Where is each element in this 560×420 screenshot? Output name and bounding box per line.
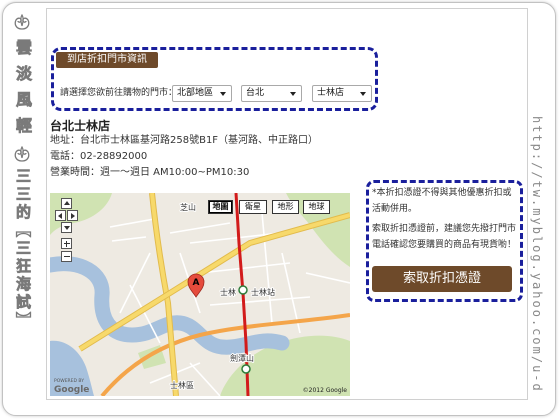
store-select-prompt: 請選擇您欲前往購物的門市：: [60, 88, 178, 98]
map-type-terrain-button[interactable]: 地形: [272, 200, 299, 214]
map-label-shilin-station: 士林站: [251, 287, 275, 297]
coupon-advice: 索取折扣憑證前，建議您先撥打門市電話確認您要購買的商品有現貨喲！: [372, 224, 517, 250]
request-coupon-button[interactable]: 索取折扣憑證: [372, 266, 512, 292]
map-label-shilin: 士林: [220, 287, 236, 297]
zoom-in-icon[interactable]: [61, 238, 72, 249]
store-name: 台北士林店: [50, 119, 111, 133]
mrt-station-icon: [241, 364, 251, 374]
ornament-swirl-icon: [13, 13, 31, 30]
zoom-out-icon[interactable]: [61, 251, 72, 262]
map-type-satellite-button[interactable]: 衛星: [239, 200, 267, 214]
coupon-note: *本折扣憑證不得與其他優惠折扣或活動併用。: [372, 188, 512, 214]
dropdown-arrow-icon: [290, 92, 296, 96]
swirl-center: [20, 13, 24, 27]
arrow-up-glyph: [63, 201, 70, 205]
store-select[interactable]: 士林店: [312, 85, 372, 102]
map-label-zhishan: 芝山: [180, 202, 196, 212]
coupon-box: *本折扣憑證不得與其他優惠折扣或活動併用。 索取折扣憑證前，建議您先撥打門市電話…: [366, 180, 523, 302]
swirl-center: [20, 145, 24, 159]
arrow-down-glyph: [63, 226, 70, 230]
store-selector-box: 到店折扣門市資訊 請選擇您欲前往購物的門市： 北部地區 台北 士林店: [51, 47, 378, 111]
dropdown-arrow-icon: [220, 92, 226, 96]
pan-right-icon[interactable]: [67, 210, 78, 221]
map-type-map-button[interactable]: 地圖: [208, 200, 233, 214]
map-canvas: 芝山 士林 士林站 劍潭山 士林區 POWERED BY Google ©201…: [50, 193, 350, 396]
map-marker-label: A: [193, 278, 200, 288]
city-select-value: 台北: [246, 88, 265, 98]
minus-bar: [63, 256, 70, 257]
ornament-swirl-icon: [13, 145, 31, 162]
store-phone: 電話：02-28892000: [50, 151, 148, 162]
blog-title: 雲淡風輕: [13, 39, 33, 144]
plus-bar: [66, 240, 67, 247]
ornament-swirl-graphic: [14, 145, 30, 162]
section-label: 到店折扣門市資訊: [56, 52, 158, 68]
city-select[interactable]: 台北: [241, 85, 302, 102]
blog-subtitle: 三三的【三狂海試】: [14, 168, 33, 331]
map-copyright: ©2012 Google: [303, 387, 348, 394]
dropdown-arrow-icon: [360, 92, 366, 96]
ornament-swirl-graphic: [14, 13, 30, 30]
store-select-value: 士林店: [317, 88, 345, 98]
pan-down-icon[interactable]: [61, 222, 72, 233]
store-map[interactable]: 芝山 士林 士林站 劍潭山 士林區 POWERED BY Google ©201…: [50, 193, 350, 396]
blog-url: http://tw.myblog.yahoo.com/u-d: [530, 116, 544, 393]
map-label-jiantanshan: 劍潭山: [230, 353, 254, 363]
map-type-earth-button[interactable]: 地球: [303, 200, 330, 214]
store-locator-panel: 到店折扣門市資訊 請選擇您欲前往購物的門市： 北部地區 台北 士林店 台北士林店…: [46, 8, 528, 400]
region-select-value: 北部地區: [177, 88, 214, 98]
mrt-station-icon: [238, 285, 248, 295]
google-logo: Google: [54, 385, 89, 395]
region-select[interactable]: 北部地區: [172, 85, 232, 102]
map-label-shilin-district: 士林區: [170, 380, 194, 390]
pan-up-icon[interactable]: [61, 198, 72, 209]
arrow-right-glyph: [71, 212, 75, 219]
pan-left-icon[interactable]: [55, 210, 66, 221]
arrow-left-glyph: [58, 212, 62, 219]
map-powered-by: POWERED BY: [54, 378, 84, 384]
store-address: 地址：台北市士林區基河路258號B1F（基河路、中正路口）: [50, 135, 319, 146]
store-hours: 營業時間：週一～週日 AM10:00~PM10:30: [50, 167, 250, 178]
